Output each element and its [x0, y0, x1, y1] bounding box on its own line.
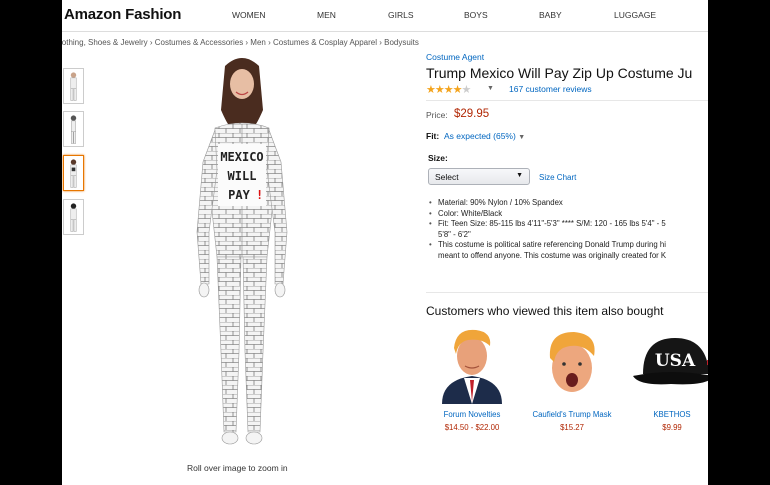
divider	[426, 292, 708, 293]
price-label: Price:	[426, 110, 448, 120]
bullet-description-continued: meant to offend anyone. This costume was…	[438, 250, 667, 260]
size-label: Size:	[428, 153, 448, 163]
trump-mask-image	[549, 332, 595, 392]
bullet-fit: Fit: Teen Size: 85-115 lbs 4'11"-5'3" **…	[428, 219, 708, 230]
cap-text: USA	[655, 351, 696, 371]
also-bought-heading: Customers who viewed this item also boug…	[426, 304, 664, 318]
usa-cap-image: USA	[633, 338, 708, 385]
also-bought-item[interactable]: USA KBETHOS $9.99	[622, 324, 708, 432]
bullet-material: Material: 90% Nylon / 10% Spandex	[428, 198, 708, 209]
star-icon: ★	[443, 84, 454, 96]
star-rating[interactable]: ★★★★★	[426, 83, 472, 96]
thumbnail-back[interactable]	[63, 199, 84, 235]
costume-text-line-1: MEXICO	[220, 150, 263, 164]
brand-link[interactable]: Costume Agent	[426, 52, 484, 62]
main-product-image[interactable]: MEXICO WILL PAY !	[187, 52, 297, 450]
product-title: Trump Mexico Will Pay Zip Up Costume Ju	[426, 65, 693, 81]
also-bought-item[interactable]: Caufield's Trump Mask $15.27	[522, 324, 622, 432]
also-bought-price: $14.50 - $22.00	[444, 423, 500, 432]
size-select[interactable]: Select ▼	[428, 168, 530, 185]
chevron-down-icon[interactable]: ▼	[487, 85, 494, 92]
nav-women[interactable]: WOMEN	[232, 10, 266, 20]
trump-costume-image	[442, 329, 502, 404]
star-half-icon: ★	[452, 84, 463, 96]
costume-text-line-3: PAY	[228, 188, 250, 202]
amazon-fashion-logo[interactable]: Amazon Fashion	[64, 6, 181, 23]
star-icon: ★	[426, 84, 436, 96]
thumbnail-front[interactable]	[63, 68, 84, 104]
also-bought-price: $15.27	[560, 423, 584, 432]
breadcrumb[interactable]: lothing, Shoes & Jewelry › Costumes & Ac…	[62, 38, 419, 47]
size-chart-link[interactable]: Size Chart	[539, 173, 576, 182]
price-value: $29.95	[454, 108, 490, 120]
bullet-color: Color: White/Black	[428, 209, 708, 220]
nav-girls[interactable]: GIRLS	[388, 10, 414, 20]
bullet-fit-continued: 5'8" - 6'2"	[438, 229, 471, 239]
top-navigation: Amazon Fashion WOMEN MEN GIRLS BOYS BABY…	[62, 0, 708, 32]
bullet-description: This costume is political satire referen…	[428, 240, 708, 251]
also-bought-price: $9.99	[662, 423, 682, 432]
also-bought-name[interactable]: KBETHOS	[622, 410, 708, 419]
also-bought-name[interactable]: Forum Novelties	[422, 410, 522, 419]
nav-boys[interactable]: BOYS	[464, 10, 488, 20]
star-empty-icon: ★	[461, 84, 472, 96]
product-page: Amazon Fashion WOMEN MEN GIRLS BOYS BABY…	[62, 0, 708, 485]
thumbnail-side[interactable]	[63, 111, 84, 147]
chevron-down-icon: ▼	[516, 172, 523, 179]
also-bought-name[interactable]: Caufield's Trump Mask	[522, 410, 622, 419]
costume-text-exclaim: !	[256, 188, 263, 202]
star-icon: ★	[434, 84, 445, 96]
nav-luggage[interactable]: LUGGAGE	[614, 10, 656, 20]
customer-reviews-link[interactable]: 167 customer reviews	[509, 84, 592, 94]
feature-bullets: Material: 90% Nylon / 10% Spandex Color:…	[428, 198, 708, 262]
divider	[426, 100, 708, 101]
also-bought-item[interactable]: Forum Novelties $14.50 - $22.00	[422, 324, 522, 432]
costume-text-line-2: WILL	[228, 169, 257, 183]
nav-baby[interactable]: BABY	[539, 10, 562, 20]
nav-men[interactable]: MEN	[317, 10, 336, 20]
zoom-hint: Roll over image to zoom in	[187, 463, 288, 473]
fit-label: Fit:	[426, 131, 440, 141]
chevron-down-icon: ▼	[518, 134, 526, 141]
thumbnail-selected[interactable]	[63, 155, 84, 191]
fit-value-link[interactable]: As expected (65%) ▼	[444, 131, 525, 141]
